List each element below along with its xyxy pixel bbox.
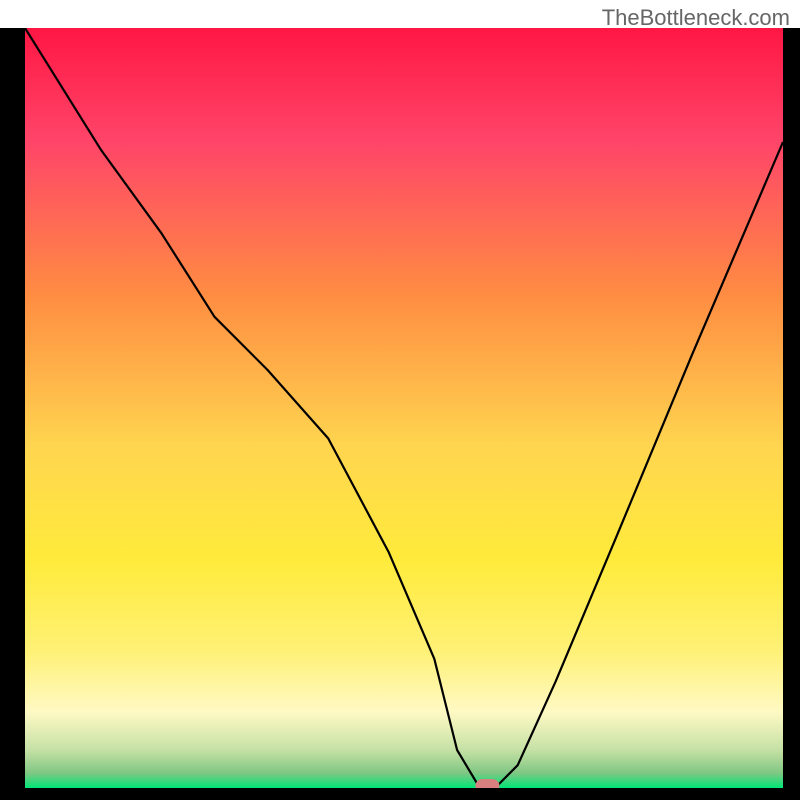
- axis-bottom: [0, 788, 800, 800]
- axis-left: [0, 28, 25, 800]
- optimal-point-marker: [475, 779, 499, 788]
- watermark-text: TheBottleneck.com: [602, 5, 790, 31]
- chart-svg: [25, 28, 783, 788]
- chart-container: [25, 28, 783, 788]
- axis-right: [783, 28, 800, 800]
